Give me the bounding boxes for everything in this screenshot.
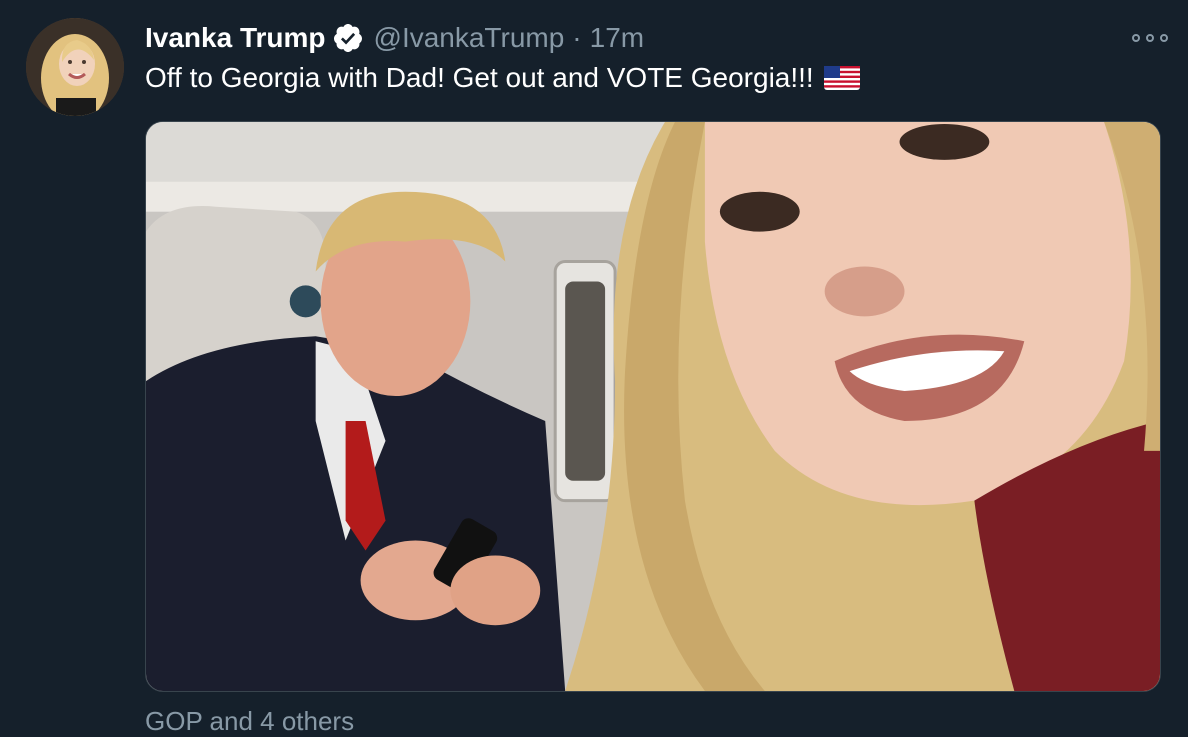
more-dot bbox=[1160, 34, 1168, 42]
more-options-icon[interactable] bbox=[1132, 26, 1168, 50]
avatar-image bbox=[26, 18, 124, 116]
author-name[interactable]: Ivanka Trump bbox=[145, 22, 326, 54]
tweet-text: Off to Georgia with Dad! Get out and VOT… bbox=[145, 62, 814, 93]
verified-badge-icon bbox=[333, 24, 362, 52]
separator-dot: · bbox=[572, 22, 582, 53]
more-dot bbox=[1146, 34, 1154, 42]
avatar[interactable] bbox=[26, 18, 124, 116]
more-dot bbox=[1132, 34, 1140, 42]
tweet-text-row: Off to Georgia with Dad! Get out and VOT… bbox=[145, 62, 860, 94]
photo bbox=[146, 122, 1160, 691]
tweet[interactable]: Ivanka Trump @IvankaTrump · 17m Off to G… bbox=[0, 0, 1188, 736]
liked-by-text[interactable]: GOP and 4 others bbox=[145, 706, 354, 737]
tweet-photo[interactable] bbox=[145, 121, 1161, 692]
tweet-timestamp[interactable]: 17m bbox=[590, 22, 644, 54]
tweet-header: Ivanka Trump @IvankaTrump · 17m bbox=[145, 20, 644, 56]
author-handle[interactable]: @IvankaTrump bbox=[374, 22, 565, 54]
us-flag-emoji bbox=[823, 66, 860, 90]
